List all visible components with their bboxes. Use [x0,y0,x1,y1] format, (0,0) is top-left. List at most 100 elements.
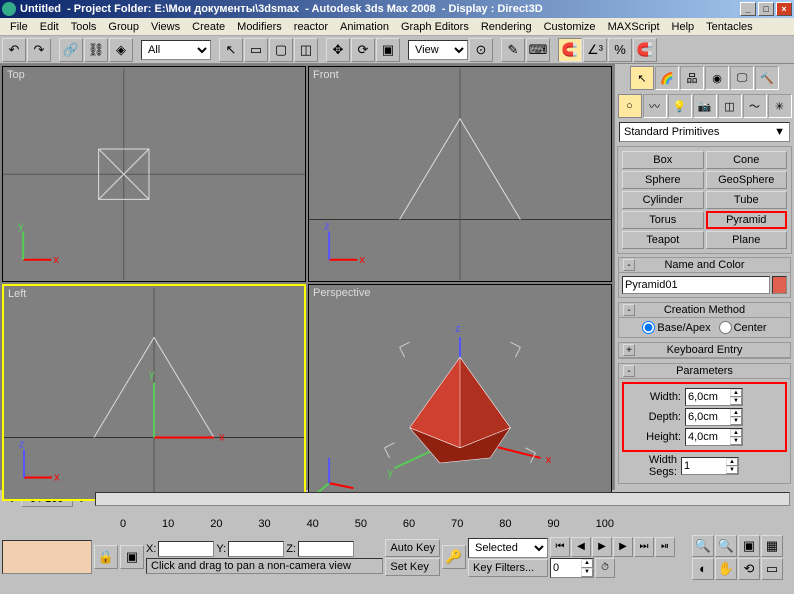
width-down[interactable]: ▼ [730,397,742,405]
radio-baseapex[interactable]: Base/Apex [642,321,710,334]
menu-reactor[interactable]: reactor [288,19,334,35]
minimize-button[interactable]: _ [740,2,756,16]
display-tab[interactable]: 🖵 [730,66,754,90]
obj-sphere-button[interactable]: Sphere [622,171,704,189]
goto-end-button[interactable]: ⏭ [634,537,654,557]
menu-maxscript[interactable]: MAXScript [602,19,666,35]
color-swatch[interactable] [772,276,787,294]
current-frame-input[interactable] [551,559,581,577]
rotate-button[interactable]: ⟳ [351,38,375,62]
link-button[interactable]: 🔗 [59,38,83,62]
cameras-subtab[interactable]: 📷 [693,94,717,118]
selection-filter-combo[interactable]: All [141,40,211,60]
maximize-button[interactable]: □ [758,2,774,16]
ref-coord-combo[interactable]: View [408,40,468,60]
obj-teapot-button[interactable]: Teapot [622,231,704,249]
keyboard-shortcut-button[interactable]: ⌨ [526,38,550,62]
menu-grapheditors[interactable]: Graph Editors [395,19,475,35]
window-crossing-button[interactable]: ◫ [294,38,318,62]
wsegs-down[interactable]: ▼ [726,466,738,474]
unlink-button[interactable]: ⛓ [84,38,108,62]
keyfilters-button[interactable]: Key Filters... [468,559,548,577]
time-config-button[interactable]: ⏱ [595,558,615,578]
pan-button[interactable]: ✋ [715,558,737,580]
rollout-creation-header[interactable]: - Creation Method [619,303,790,318]
depth-down[interactable]: ▼ [730,417,742,425]
category-dropdown[interactable]: Standard Primitives ▼ [619,122,790,142]
play-button[interactable]: ▶ [592,537,612,557]
sel-lock-button[interactable]: ▣ [120,545,144,569]
viewport-left[interactable]: Left x y x z [2,284,306,501]
percent-snap-button[interactable]: % [608,38,632,62]
undo-button[interactable]: ↶ [2,38,26,62]
obj-torus-button[interactable]: Torus [622,211,704,229]
menu-tentacles[interactable]: Tentacles [700,19,758,35]
zoom-all-button[interactable]: 🔍 [715,535,737,557]
spacewarps-subtab[interactable]: 〜 [743,94,767,118]
motion-tab[interactable]: ◉ [705,66,729,90]
zoom-extents-all-button[interactable]: ▦ [761,535,783,557]
width-up[interactable]: ▲ [730,389,742,397]
lights-subtab[interactable]: 💡 [668,94,692,118]
menu-file[interactable]: File [4,19,34,35]
depth-input[interactable] [686,409,730,425]
obj-geosphere-button[interactable]: GeoSphere [706,171,788,189]
geometry-subtab[interactable]: ○ [618,94,642,118]
pivot-button[interactable]: ⊙ [469,38,493,62]
menu-customize[interactable]: Customize [538,19,602,35]
menu-tools[interactable]: Tools [65,19,103,35]
autokey-button[interactable]: Auto Key [385,539,440,557]
fov-button[interactable]: ◐ [692,558,714,580]
move-button[interactable]: ✥ [326,38,350,62]
menu-group[interactable]: Group [102,19,145,35]
create-tab[interactable]: ↖ [630,66,654,90]
menu-rendering[interactable]: Rendering [475,19,538,35]
menu-views[interactable]: Views [145,19,186,35]
lock-button[interactable]: 🔒 [94,545,118,569]
manipulate-button[interactable]: ✎ [501,38,525,62]
key-mode-combo[interactable]: Selected [468,538,548,558]
wsegs-input[interactable] [682,458,726,474]
zoom-button[interactable]: 🔍 [692,535,714,557]
obj-plane-button[interactable]: Plane [706,231,788,249]
material-preview[interactable] [2,540,92,574]
hierarchy-tab[interactable]: 品 [680,66,704,90]
y-input[interactable] [228,541,284,557]
timeline[interactable]: 0 10 20 30 40 50 60 70 80 90 100 [0,508,794,530]
next-frame-button[interactable]: ▶ [613,537,633,557]
setkey-button[interactable]: Set Key [385,558,440,576]
modify-tab[interactable]: 🌈 [655,66,679,90]
menu-modifiers[interactable]: Modifiers [231,19,288,35]
rollout-parameters-header[interactable]: - Parameters [619,364,790,379]
radio-center[interactable]: Center [719,321,767,334]
goto-start-button[interactable]: ⏮ [550,537,570,557]
menu-help[interactable]: Help [666,19,701,35]
bind-button[interactable]: ◈ [109,38,133,62]
obj-tube-button[interactable]: Tube [706,191,788,209]
orbit-button[interactable]: ⟲ [738,558,760,580]
viewport-perspective[interactable]: Perspective x y z [308,284,612,501]
maximize-viewport-button[interactable]: ▭ [761,558,783,580]
height-down[interactable]: ▼ [730,437,742,445]
key-icon[interactable]: 🔑 [442,545,466,569]
snap-toggle-button[interactable]: 🧲 [558,38,582,62]
height-up[interactable]: ▲ [730,429,742,437]
menu-animation[interactable]: Animation [334,19,395,35]
angle-snap-button[interactable]: ∠³ [583,38,607,62]
depth-up[interactable]: ▲ [730,409,742,417]
menu-create[interactable]: Create [186,19,231,35]
x-input[interactable] [158,541,214,557]
obj-box-button[interactable]: Box [622,151,704,169]
helpers-subtab[interactable]: ◫ [718,94,742,118]
viewport-front[interactable]: Front x z [308,66,612,282]
width-input[interactable] [686,389,730,405]
obj-cone-button[interactable]: Cone [706,151,788,169]
rollout-namecolor-header[interactable]: - Name and Color [619,258,790,273]
height-input[interactable] [686,429,730,445]
z-input[interactable] [298,541,354,557]
prev-frame-button[interactable]: ◀ [571,537,591,557]
object-name-input[interactable] [622,276,770,294]
systems-subtab[interactable]: ✳ [768,94,792,118]
redo-button[interactable]: ↷ [27,38,51,62]
spinner-snap-button[interactable]: 🧲 [633,38,657,62]
